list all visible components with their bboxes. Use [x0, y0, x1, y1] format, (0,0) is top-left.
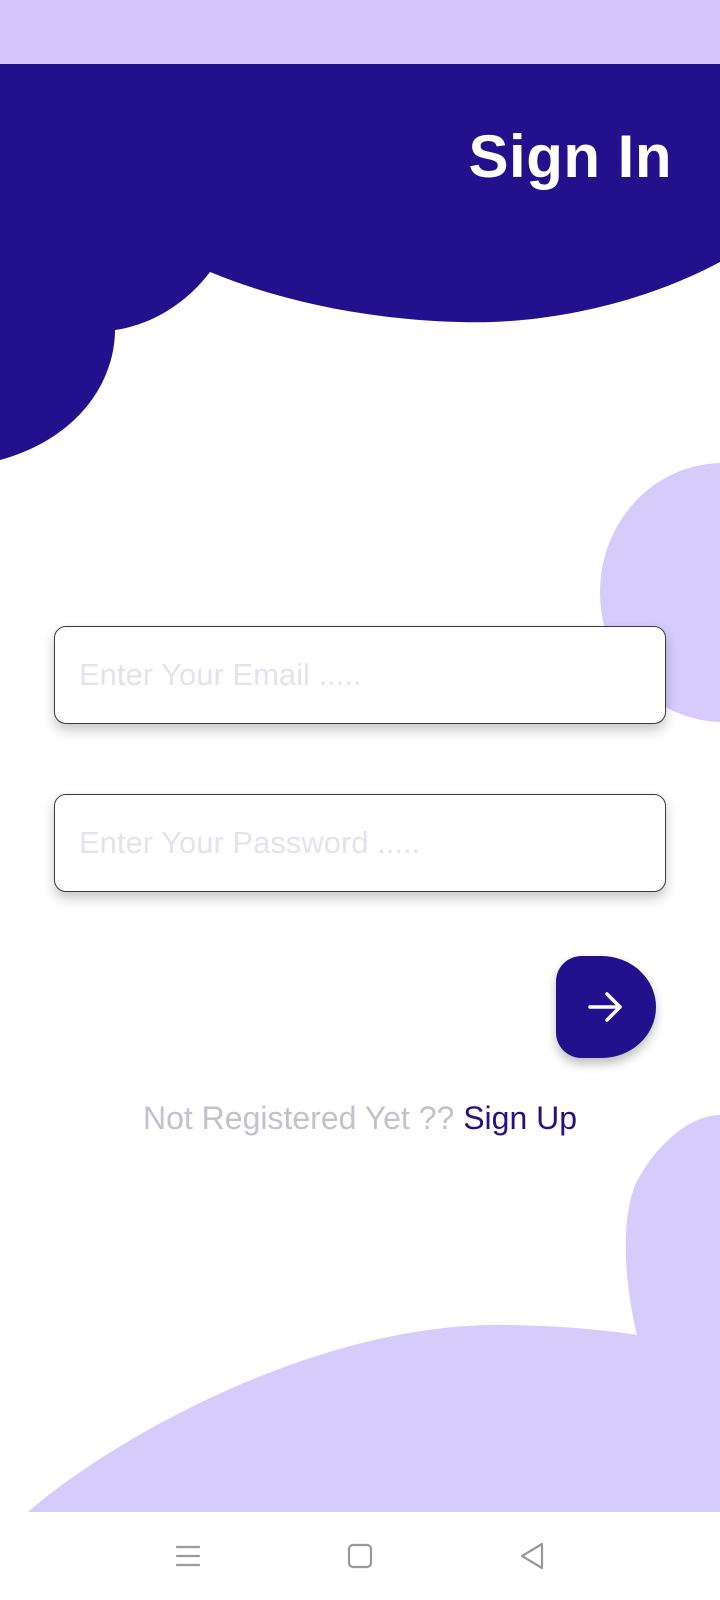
- bottom-accent-blob: [28, 1115, 720, 1512]
- back-triangle-icon: [520, 1542, 544, 1570]
- nav-home-button[interactable]: [338, 1534, 382, 1578]
- page-title: Sign In: [468, 123, 672, 190]
- signup-link[interactable]: Sign Up: [463, 1100, 577, 1136]
- menu-icon: [175, 1545, 201, 1567]
- password-field[interactable]: [54, 794, 666, 892]
- arrow-right-icon: [588, 992, 622, 1022]
- nav-back-button[interactable]: [510, 1534, 554, 1578]
- signup-prompt-text: Not Registered Yet ??: [142, 1100, 464, 1136]
- nav-menu-button[interactable]: [166, 1534, 210, 1578]
- system-navigation-bar: [0, 1512, 720, 1600]
- home-square-icon: [347, 1543, 373, 1569]
- email-field[interactable]: [54, 626, 666, 724]
- signup-prompt-line: Not Registered Yet ?? Sign Up: [0, 1100, 720, 1137]
